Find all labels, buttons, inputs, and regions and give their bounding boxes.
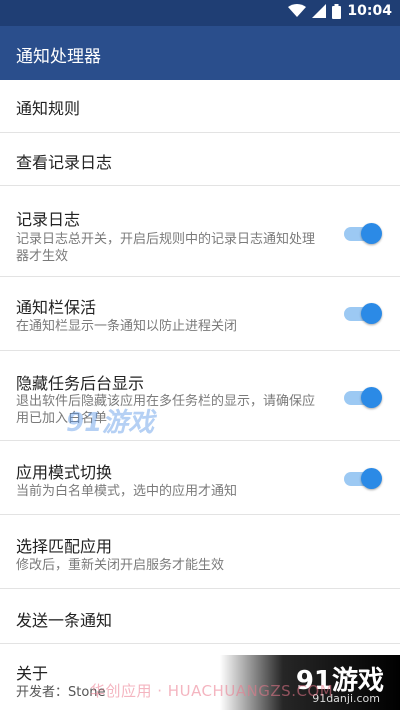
row-title: 选择匹配应用 (16, 537, 113, 556)
row-view-logs[interactable]: 查看记录日志 (0, 133, 400, 186)
toggle-thumb (361, 387, 382, 408)
mode-switch-toggle[interactable] (344, 466, 382, 489)
row-mode-switch[interactable]: 应用模式切换 当前为白名单模式，选中的应用才通知 (0, 441, 400, 515)
toggle-thumb (361, 303, 382, 324)
row-hide-recents[interactable]: 隐藏任务后台显示 退出软件后隐藏该应用在多任务栏的显示，请确保应用已加入白名单 (0, 351, 400, 441)
keep-alive-toggle[interactable] (344, 301, 382, 324)
url-watermark: 华创应用 · HUACHUANGZS.COM (90, 682, 334, 700)
app-title: 通知处理器 (16, 47, 101, 67)
app-bar: 通知处理器 (0, 26, 400, 80)
row-notification-rules[interactable]: 通知规则 (0, 80, 400, 133)
wifi-icon (288, 4, 307, 17)
row-title: 关于 (16, 664, 49, 683)
center-watermark: 91游戏 (66, 408, 155, 438)
settings-list: 通知规则 查看记录日志 记录日志 记录日志总开关，开启后规则中的记录日志通知处理… (0, 80, 400, 710)
hide-recents-toggle[interactable] (344, 385, 382, 408)
status-icons: 10:04 (288, 3, 392, 19)
row-subtitle: 记录日志总开关，开启后规则中的记录日志通知处理器才生效 (16, 232, 316, 264)
row-title: 通知栏保活 (16, 298, 97, 317)
status-time: 10:04 (347, 3, 392, 19)
row-subtitle: 当前为白名单模式，选中的应用才通知 (16, 484, 238, 499)
record-log-toggle[interactable] (344, 221, 382, 244)
row-send-notification[interactable]: 发送一条通知 (0, 589, 400, 644)
row-subtitle: 修改后，重新关闭开启服务才能生效 (16, 558, 225, 573)
toggle-thumb (361, 223, 382, 244)
battery-icon (332, 3, 342, 19)
signal-icon (312, 4, 327, 18)
row-title: 隐藏任务后台显示 (16, 374, 145, 393)
status-bar: 10:04 (0, 0, 400, 26)
row-title: 通知规则 (16, 99, 81, 118)
row-title: 查看记录日志 (16, 153, 113, 172)
row-record-log[interactable]: 记录日志 记录日志总开关，开启后规则中的记录日志通知处理器才生效 (0, 186, 400, 277)
row-title: 应用模式切换 (16, 463, 113, 482)
row-subtitle: 退出软件后隐藏该应用在多任务栏的显示，请确保应用已加入白名单 (16, 394, 316, 426)
row-subtitle: 在通知栏显示一条通知以防止进程关闭 (16, 319, 238, 334)
row-select-apps[interactable]: 选择匹配应用 修改后，重新关闭开启服务才能生效 (0, 515, 400, 589)
toggle-thumb (361, 468, 382, 489)
row-title: 记录日志 (16, 210, 81, 229)
row-title: 发送一条通知 (16, 611, 113, 630)
row-keep-alive[interactable]: 通知栏保活 在通知栏显示一条通知以防止进程关闭 (0, 277, 400, 351)
